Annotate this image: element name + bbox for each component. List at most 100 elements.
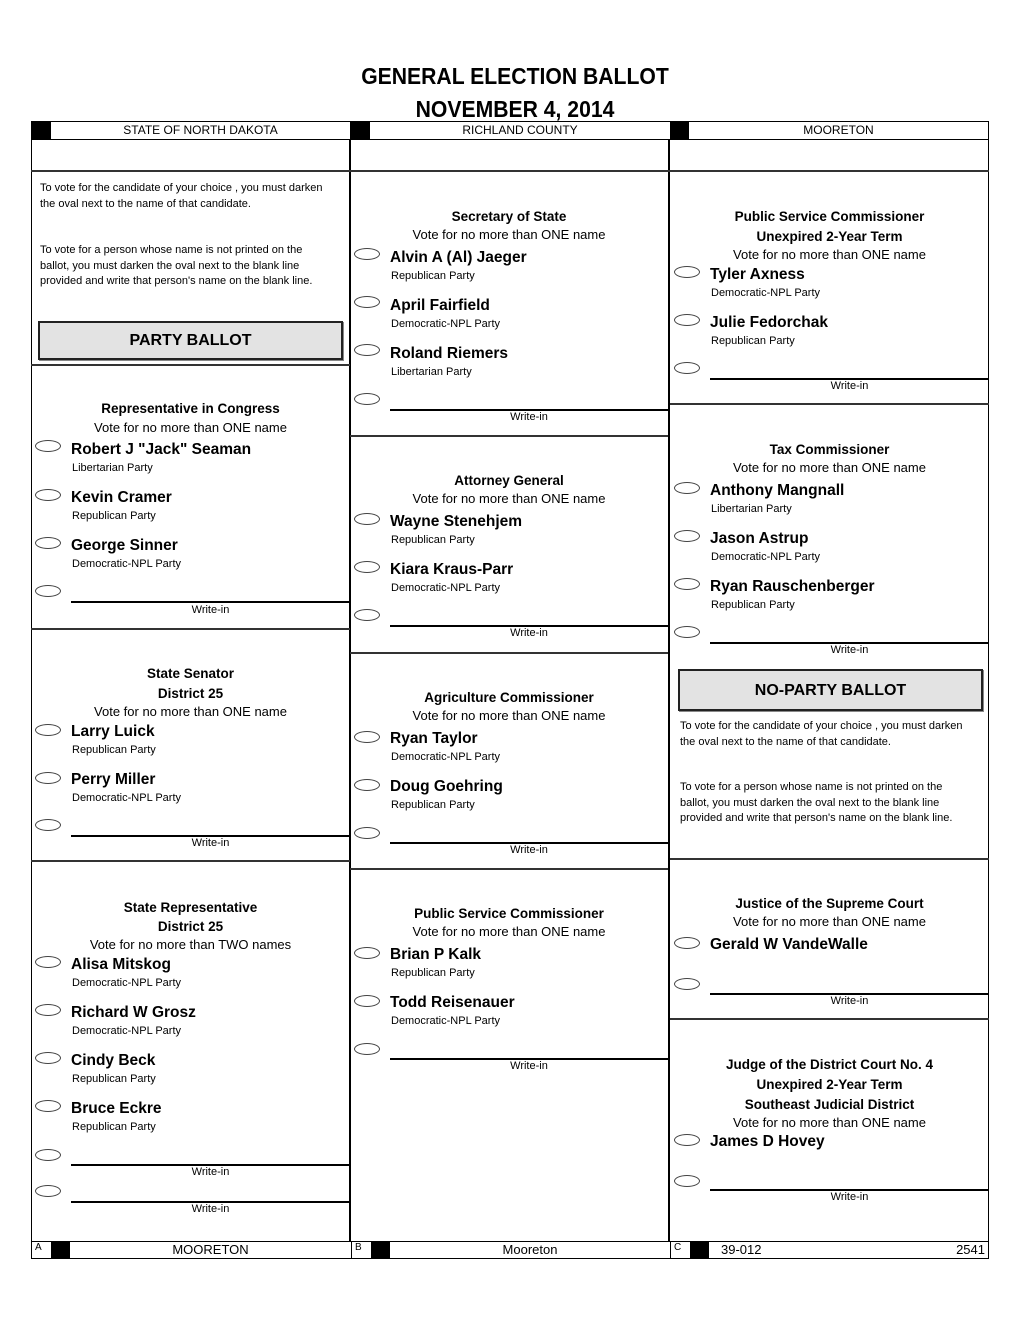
write-in-oval[interactable]	[35, 1185, 61, 1197]
candidate-party: Libertarian Party	[711, 503, 792, 515]
write-in-oval[interactable]	[35, 1149, 61, 1161]
vote-oval[interactable]	[35, 1100, 61, 1112]
write-in-line[interactable]	[71, 601, 350, 603]
vote-instruction: Vote for no more than TWO names	[89, 937, 292, 952]
instructions-para2: To vote for a person whose name is not p…	[40, 244, 313, 287]
write-in-oval[interactable]	[354, 827, 380, 839]
contest-attorney-general: Attorney General Vote for no more than O…	[350, 435, 668, 652]
candidate-name: Ryan Taylor	[390, 730, 478, 747]
write-in-label: Write-in	[191, 604, 230, 616]
candidate-party: Republican Party	[391, 270, 475, 282]
contest-supreme-court: Justice of the Supreme Court Vote for no…	[670, 858, 989, 1020]
footer-precinct-a: MOORETON	[69, 1242, 351, 1258]
no-party-ballot-label: NO-PARTY BALLOT	[678, 669, 983, 711]
candidate-party: Democratic-NPL Party	[391, 582, 501, 594]
vote-oval[interactable]	[354, 779, 380, 791]
candidate-name: Larry Luick	[71, 723, 155, 740]
write-in-label: Write-in	[191, 837, 230, 849]
contest-title: Tax Commissioner	[769, 442, 890, 457]
contest-subtitle: District 25	[157, 686, 224, 701]
vote-oval[interactable]	[674, 314, 700, 326]
vote-oval[interactable]	[35, 489, 61, 501]
footer-letter-b: B	[351, 1242, 362, 1258]
header-state: STATE OF NORTH DAKOTA	[50, 122, 350, 139]
write-in-label: Write-in	[830, 644, 869, 656]
vote-oval[interactable]	[35, 537, 61, 549]
contest-title: Public Service Commissioner	[734, 209, 925, 224]
write-in-oval[interactable]	[674, 362, 700, 374]
party-ballot-label: PARTY BALLOT	[38, 321, 343, 360]
header-county: RICHLAND COUNTY	[369, 122, 670, 139]
candidate-name: Richard W Grosz	[71, 1004, 196, 1021]
vote-oval[interactable]	[674, 937, 700, 949]
write-in-oval[interactable]	[674, 626, 700, 638]
ballot-title: GENERAL ELECTION BALLOT	[361, 63, 669, 89]
contest-title: Public Service Commissioner	[414, 906, 604, 921]
candidate-name: April Fairfield	[390, 297, 490, 314]
write-in-oval[interactable]	[35, 819, 61, 831]
instructions-para1: To vote for the candidate of your choice…	[40, 182, 323, 210]
vote-instruction: Vote for no more than ONE name	[733, 914, 926, 929]
vote-oval[interactable]	[35, 1004, 61, 1016]
vote-oval[interactable]	[35, 724, 61, 736]
candidate-party: Republican Party	[711, 335, 795, 347]
vote-oval[interactable]	[674, 482, 700, 494]
candidate-party: Libertarian Party	[72, 462, 153, 474]
vote-instruction: Vote for no more than ONE name	[94, 420, 287, 435]
write-in-oval[interactable]	[674, 1175, 700, 1187]
vote-instruction: Vote for no more than ONE name	[412, 491, 606, 506]
candidate-party: Republican Party	[72, 1121, 156, 1133]
contest-state-representative: State Representative District 25 Vote fo…	[31, 860, 350, 1240]
write-in-oval[interactable]	[354, 609, 380, 621]
timing-mark	[32, 122, 50, 139]
write-in-oval[interactable]	[674, 978, 700, 990]
footer-code: 39-012	[708, 1242, 988, 1258]
contest-title: Attorney General	[454, 473, 564, 488]
vote-oval[interactable]	[354, 296, 380, 308]
vote-oval[interactable]	[674, 578, 700, 590]
contest-public-service-commissioner: Public Service Commissioner Vote for no …	[350, 868, 668, 1098]
contest-title: State Senator	[146, 666, 235, 681]
candidate-party: Libertarian Party	[391, 366, 472, 378]
vote-oval[interactable]	[35, 772, 61, 784]
vote-oval[interactable]	[354, 513, 380, 525]
footer-row: A MOORETON B Mooreton C 39-012 2541	[31, 1241, 989, 1259]
vote-oval[interactable]	[674, 530, 700, 542]
contest-state-senator: State Senator District 25 Vote for no mo…	[31, 628, 350, 860]
candidate-party: Republican Party	[391, 967, 475, 979]
candidate-party: Democratic-NPL Party	[72, 792, 182, 804]
vote-oval[interactable]	[674, 266, 700, 278]
vote-oval[interactable]	[354, 248, 380, 260]
candidate-party: Republican Party	[72, 744, 156, 756]
candidate-party: Democratic-NPL Party	[391, 1015, 501, 1027]
vote-oval[interactable]	[354, 561, 380, 573]
candidate-name: Todd Reisenauer	[390, 994, 515, 1011]
vote-oval[interactable]	[354, 731, 380, 743]
write-in-oval[interactable]	[354, 393, 380, 405]
contest-congress: Representative in Congress Vote for no m…	[31, 364, 350, 629]
vote-instruction: Vote for no more than ONE name	[412, 227, 606, 242]
contest-title: Secretary of State	[451, 209, 567, 224]
timing-mark	[51, 1242, 69, 1258]
vote-oval[interactable]	[674, 1134, 700, 1146]
vote-instruction: Vote for no more than ONE name	[94, 704, 287, 719]
candidate-name: Cindy Beck	[71, 1052, 156, 1069]
write-in-oval[interactable]	[35, 585, 61, 597]
vote-oval[interactable]	[35, 956, 61, 968]
vote-instruction: Vote for no more than ONE name	[412, 924, 606, 939]
write-in-label: Write-in	[510, 844, 548, 856]
vote-oval[interactable]	[354, 344, 380, 356]
candidate-name: Anthony Mangnall	[710, 482, 845, 499]
candidate-name: Tyler Axness	[710, 266, 805, 283]
candidate-party: Democratic-NPL Party	[72, 1025, 182, 1037]
write-in-oval[interactable]	[354, 1043, 380, 1055]
vote-oval[interactable]	[35, 440, 61, 452]
candidate-name: Kevin Cramer	[71, 489, 172, 506]
vote-oval[interactable]	[354, 995, 380, 1007]
candidate-name: Ryan Rauschenberger	[710, 578, 875, 595]
vote-oval[interactable]	[35, 1052, 61, 1064]
write-in-label: Write-in	[510, 411, 548, 423]
vote-oval[interactable]	[354, 947, 380, 959]
contest-title: Representative in Congress	[101, 401, 280, 416]
contest-agriculture-commissioner: Agriculture Commissioner Vote for no mor…	[350, 652, 668, 868]
